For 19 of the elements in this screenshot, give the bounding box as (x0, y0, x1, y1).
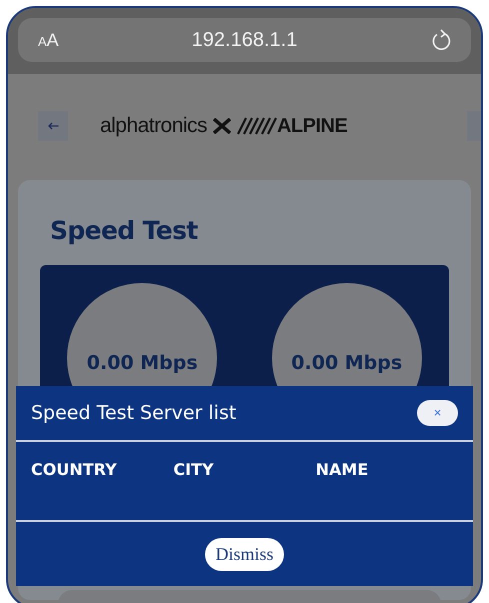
back-arrow-icon (48, 122, 58, 130)
close-button[interactable]: × (417, 400, 458, 426)
logo-text: alphatronics (100, 113, 207, 139)
column-header: CITY (173, 459, 215, 481)
reload-icon[interactable] (431, 29, 451, 51)
speed-reading: 0.00 Mbps (86, 350, 198, 376)
address-bar[interactable]: AA 192.168.1.1 (18, 18, 471, 62)
dismiss-button[interactable]: Dismiss (205, 538, 284, 570)
card-title: Speed Test (50, 214, 199, 246)
column-header: NAME (316, 459, 370, 481)
slashes-icon (236, 116, 277, 135)
logo-text: ALPINE (276, 114, 348, 139)
cross-icon (212, 118, 231, 134)
speed-reading: 0.00 Mbps (291, 350, 402, 376)
modal-title: Speed Test Server list (31, 400, 236, 426)
back-button[interactable] (38, 110, 68, 141)
url-text: 192.168.1.1 (192, 28, 298, 53)
column-header: COUNTRY (31, 459, 118, 481)
text-size-button[interactable]: AA (38, 26, 192, 54)
